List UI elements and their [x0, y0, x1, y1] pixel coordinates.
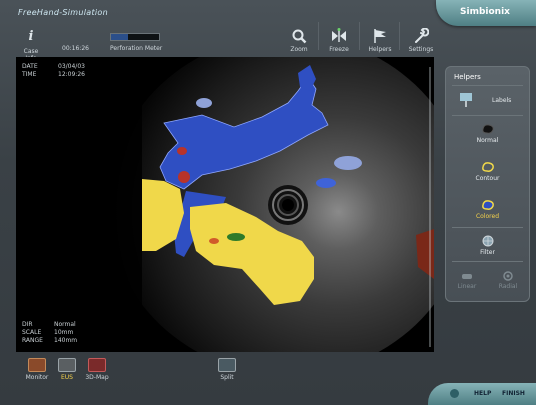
normal-blob-icon: [481, 124, 494, 134]
panel-divider: [452, 227, 523, 228]
colored-blob-icon: [481, 200, 494, 210]
contour-blob-icon: [481, 162, 494, 172]
app-title: FreeHand-Simulation: [18, 8, 109, 17]
monitor-icon: [28, 358, 46, 372]
radial-button[interactable]: Radial: [487, 271, 529, 290]
radial-probe-icon: [503, 271, 513, 281]
eus-label: EUS: [61, 374, 73, 381]
filter-button[interactable]: Filter: [446, 235, 529, 256]
filter-label: Filter: [480, 249, 495, 256]
help-button[interactable]: HELP: [474, 390, 491, 397]
monitor-button[interactable]: Monitor: [22, 358, 52, 381]
session-timer: 00:16:26: [62, 45, 89, 52]
helpers-button[interactable]: Helpers: [366, 28, 394, 53]
magnifier-icon: [292, 29, 307, 44]
ultrasound-viewer[interactable]: DATE 03/04/03 TIME 12:09:26 DIR Normal S…: [16, 57, 434, 352]
colored-mode-button[interactable]: Colored: [446, 199, 529, 220]
zoom-label: Zoom: [290, 46, 308, 53]
freeze-button[interactable]: Freeze: [326, 28, 352, 53]
helpers-panel-header: Helpers: [454, 73, 481, 81]
settings-button[interactable]: Settings: [406, 28, 436, 53]
back-arrow-icon[interactable]: [450, 389, 459, 398]
wrench-icon: [415, 28, 429, 43]
info-icon: i: [28, 29, 34, 44]
toolbar-divider: [359, 22, 360, 50]
label-sign-icon: [460, 93, 472, 107]
toolbar-divider: [318, 22, 319, 50]
perforation-label: Perforation Meter: [110, 45, 163, 52]
settings-label: Settings: [408, 46, 434, 53]
range-value: 140mm: [54, 337, 78, 344]
helpers-panel: Helpers Labels Normal Contour Colored Fi…: [445, 66, 530, 302]
toolbar-divider: [399, 22, 400, 50]
time-row: TIME 12:09:26: [22, 71, 85, 79]
3d-map-button[interactable]: 3D-Map: [82, 358, 112, 381]
brand-logo: Simbionix: [436, 0, 536, 26]
date-label: DATE: [22, 63, 38, 70]
linear-button[interactable]: Linear: [446, 271, 488, 290]
colored-label: Colored: [475, 213, 500, 220]
split-label: Split: [220, 374, 234, 381]
3d-map-icon: [88, 358, 106, 372]
split-button[interactable]: Split: [213, 358, 241, 381]
normal-label: Normal: [476, 137, 499, 144]
normal-mode-button[interactable]: Normal: [446, 123, 529, 144]
time-value: 12:09:26: [58, 71, 85, 78]
scale-row: SCALE 10mm: [22, 329, 102, 337]
linear-probe-icon: [462, 274, 472, 279]
helpers-label: Helpers: [368, 46, 392, 53]
panel-divider: [452, 261, 523, 262]
linear-label: Linear: [457, 283, 477, 290]
dir-label: DIR: [22, 321, 33, 328]
ultrasound-image[interactable]: [16, 57, 434, 352]
dir-value: Normal: [54, 321, 76, 328]
filter-icon: [482, 235, 493, 247]
eus-button[interactable]: EUS: [54, 358, 80, 381]
brand-name: Simbionix: [460, 7, 510, 17]
scale-value: 10mm: [54, 329, 74, 336]
3d-map-label: 3D-Map: [85, 374, 109, 381]
perforation-meter-fill: [111, 34, 128, 40]
finish-button[interactable]: FINISH: [502, 390, 525, 397]
contour-label: Contour: [475, 175, 500, 182]
perforation-meter: [110, 33, 160, 41]
time-label: TIME: [22, 71, 37, 78]
flag-icon: [374, 29, 386, 43]
split-view-icon: [218, 358, 236, 372]
scale-label: SCALE: [22, 329, 42, 336]
panel-divider: [452, 85, 523, 86]
range-label: RANGE: [22, 337, 43, 344]
dir-row: DIR Normal: [22, 321, 102, 329]
labels-label: Labels: [492, 97, 512, 104]
range-row: RANGE 140mm: [22, 337, 102, 345]
footer-bar: HELP FINISH: [428, 383, 536, 405]
freeze-label: Freeze: [329, 46, 349, 53]
radial-label: Radial: [498, 283, 518, 290]
date-row: DATE 03/04/03: [22, 63, 85, 71]
panel-divider: [452, 115, 523, 116]
contour-mode-button[interactable]: Contour: [446, 161, 529, 182]
zoom-button[interactable]: Zoom: [286, 28, 312, 53]
eus-icon: [58, 358, 76, 372]
monitor-label: Monitor: [25, 374, 49, 381]
freeze-icon: [332, 28, 346, 42]
date-value: 03/04/03: [58, 63, 85, 70]
